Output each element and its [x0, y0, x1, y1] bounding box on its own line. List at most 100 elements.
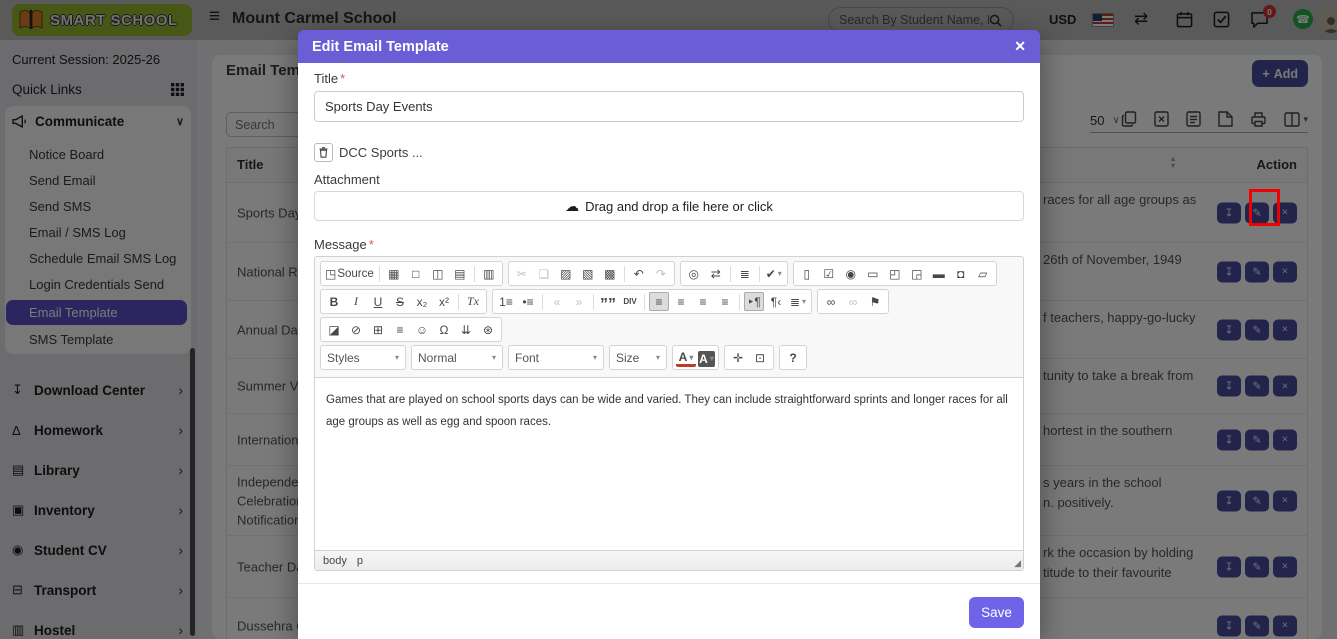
- file-dropzone[interactable]: ☁ ↑ Drag and drop a file here or click: [314, 191, 1024, 221]
- checkbox-icon[interactable]: ☑: [819, 264, 839, 283]
- select-all-icon[interactable]: ≣: [735, 264, 755, 283]
- maximize-icon[interactable]: ✛: [728, 348, 748, 367]
- chevron-down-icon: ▾: [394, 353, 399, 362]
- attachment-file-name[interactable]: DCC Sports ...: [339, 145, 423, 160]
- combo-label: Size: [616, 350, 640, 365]
- unlink-icon: ∞: [843, 292, 863, 311]
- toolbar-group: ◎ ⇄ ≣ ✔ ▾: [679, 261, 788, 286]
- toolbar-row: ◪ ⊘ ⊞ ≡ ☺ Ω ⇊ ⊛: [320, 317, 1018, 342]
- modal-title: Edit Email Template: [312, 38, 449, 55]
- special-char-icon[interactable]: Ω: [434, 320, 454, 339]
- font-combo[interactable]: Font ▾: [508, 345, 604, 370]
- redo-icon: ↷: [651, 264, 671, 283]
- delete-attachment-button[interactable]: [314, 142, 333, 162]
- template-title-input[interactable]: [314, 91, 1024, 122]
- glyph: ❏: [538, 266, 550, 281]
- link-icon[interactable]: ∞: [821, 292, 841, 311]
- bidi-ltr-icon[interactable]: ‣¶: [744, 292, 764, 311]
- about-icon[interactable]: ?: [783, 348, 803, 367]
- new-page-icon[interactable]: □: [406, 264, 426, 283]
- select-field-icon[interactable]: ◲: [907, 264, 927, 283]
- glyph: ⊛: [482, 322, 494, 337]
- elements-path-p[interactable]: p: [357, 555, 363, 567]
- resize-handle-icon[interactable]: ◢: [1014, 558, 1021, 569]
- toolbar-group: Font ▾: [508, 345, 604, 370]
- numbered-list-icon[interactable]: 1≡: [496, 292, 516, 311]
- page-break-icon[interactable]: ⇊: [456, 320, 476, 339]
- bold-icon[interactable]: B: [324, 292, 344, 311]
- radio-icon[interactable]: ◉: [841, 264, 861, 283]
- save-button[interactable]: Save: [969, 597, 1024, 628]
- text-color-icon[interactable]: A ▾: [676, 350, 696, 367]
- size-combo[interactable]: Size ▾: [609, 345, 667, 370]
- glyph: ∞: [826, 294, 836, 309]
- hidden-field-icon[interactable]: ▱: [973, 264, 993, 283]
- close-icon[interactable]: ✕: [1014, 38, 1026, 55]
- required-asterisk: *: [340, 71, 346, 86]
- remove-format-icon[interactable]: Tx: [463, 292, 483, 311]
- annotation-highlight-rect: [1249, 189, 1280, 226]
- flash-icon[interactable]: ⊘: [346, 320, 366, 339]
- italic-icon[interactable]: I: [346, 292, 366, 311]
- anchor-icon[interactable]: ⚑: [865, 292, 885, 311]
- styles-combo[interactable]: Styles ▾: [320, 345, 406, 370]
- glyph: x₂: [416, 294, 428, 309]
- bidi-rtl-icon[interactable]: ¶‹: [766, 292, 786, 311]
- format-combo[interactable]: Normal ▾: [411, 345, 503, 370]
- horizontal-rule-icon[interactable]: ≡: [390, 320, 410, 339]
- glyph: ☑: [823, 266, 835, 281]
- glyph: ▨: [560, 266, 572, 281]
- rich-text-editor: ◳ Source ▦ □ ◫ ▤ ▥ ✂ ❏ ▨ ▧ ▩ ↶ ↷ ◎ ⇄ ≣ ✔ ▾ ▯ ☑ ◉ ▭ ◰ ◲ ▬ ◘ ▱ B I U Sx₂ x…: [314, 256, 1024, 571]
- dropzone-text: Drag and drop a file here or click: [585, 198, 773, 214]
- replace-icon[interactable]: ⇄: [706, 264, 726, 283]
- table-icon[interactable]: ⊞: [368, 320, 388, 339]
- textarea-icon[interactable]: ◰: [885, 264, 905, 283]
- editor-content-area[interactable]: Games that are played on school sports d…: [315, 378, 1023, 550]
- language-icon[interactable]: ≣ ▾: [788, 292, 808, 311]
- toolbar-separator: [458, 293, 459, 310]
- glyph: «: [553, 294, 561, 309]
- align-center-icon[interactable]: ≡: [671, 292, 691, 311]
- iframe-icon[interactable]: ⊛: [478, 320, 498, 339]
- show-blocks-icon[interactable]: ⊡: [750, 348, 770, 367]
- button-icon[interactable]: ▬: [929, 264, 949, 283]
- paste-icon[interactable]: ▨: [556, 264, 576, 283]
- superscript-icon[interactable]: x²: [434, 292, 454, 311]
- toolbar-group: Normal ▾: [411, 345, 503, 370]
- title-field-label: Title *: [314, 71, 1024, 86]
- blockquote-icon[interactable]: ””: [598, 292, 618, 312]
- elements-path-body[interactable]: body: [323, 555, 347, 567]
- source-icon[interactable]: ◳ Source: [324, 264, 375, 283]
- templates-icon[interactable]: ▥: [479, 264, 499, 283]
- form-icon[interactable]: ▯: [797, 264, 817, 283]
- image-button-icon[interactable]: ◘: [951, 264, 971, 283]
- strikethrough-icon[interactable]: S: [390, 292, 410, 311]
- glyph: S: [395, 294, 404, 309]
- chevron-down-icon: ▾: [777, 269, 782, 278]
- paste-word-icon[interactable]: ▩: [600, 264, 620, 283]
- glyph: ≣: [739, 266, 750, 281]
- align-justify-icon[interactable]: ≡: [715, 292, 735, 311]
- glyph: ≡: [699, 294, 707, 309]
- align-left-icon[interactable]: ≡: [649, 292, 669, 311]
- image-icon[interactable]: ◪: [324, 320, 344, 339]
- print-icon[interactable]: ▤: [450, 264, 470, 283]
- align-right-icon[interactable]: ≡: [693, 292, 713, 311]
- paste-text-icon[interactable]: ▧: [578, 264, 598, 283]
- div-container-icon[interactable]: DIV: [620, 292, 640, 311]
- glyph: ⊘: [350, 322, 362, 337]
- spell-check-icon[interactable]: ✔ ▾: [764, 264, 784, 283]
- glyph: ◫: [432, 266, 444, 281]
- bg-color-icon[interactable]: A ▾: [698, 350, 715, 367]
- text-field-icon[interactable]: ▭: [863, 264, 883, 283]
- toolbar-separator: [644, 293, 645, 310]
- subscript-icon[interactable]: x₂: [412, 292, 432, 311]
- undo-icon[interactable]: ↶: [629, 264, 649, 283]
- smiley-icon[interactable]: ☺: [412, 320, 432, 339]
- preview-icon[interactable]: ◫: [428, 264, 448, 283]
- underline-icon[interactable]: U: [368, 292, 388, 311]
- find-icon[interactable]: ◎: [684, 264, 704, 283]
- save-icon[interactable]: ▦: [384, 264, 404, 283]
- glyph: ☺: [415, 322, 429, 337]
- bulleted-list-icon[interactable]: •≡: [518, 292, 538, 311]
